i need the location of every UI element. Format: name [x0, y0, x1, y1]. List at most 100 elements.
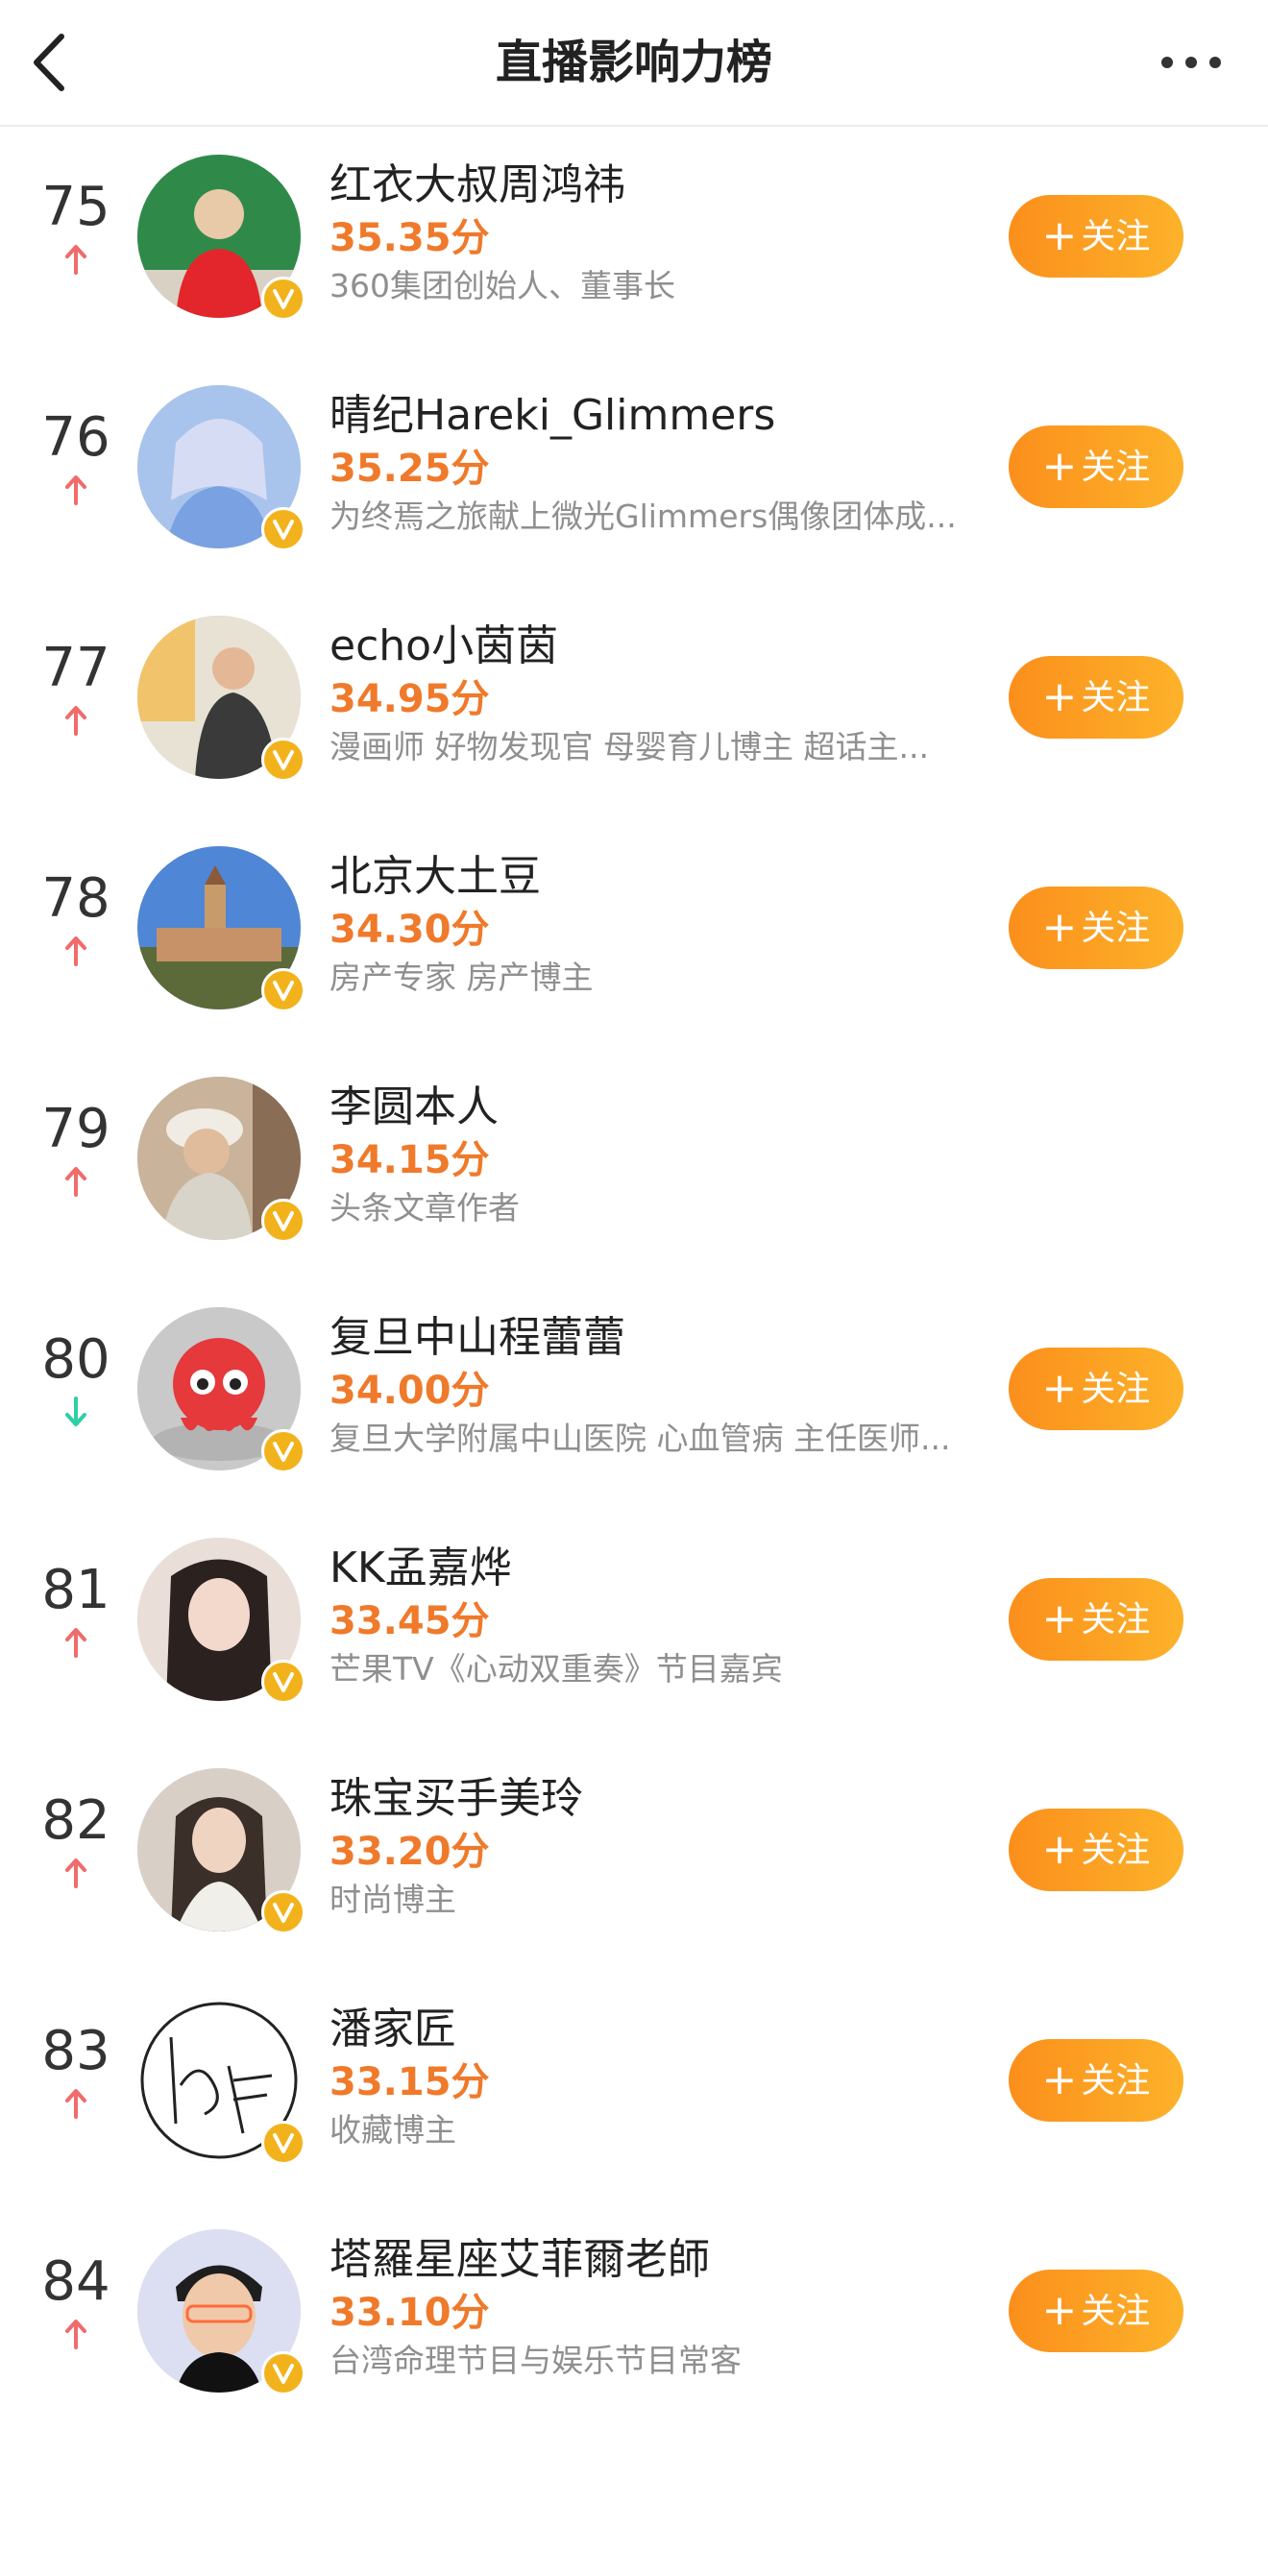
list-item[interactable]: 77 echo小茵茵 34.95分 漫画师 好物发现官 母婴育儿博主 超话主... + 关…	[0, 598, 1268, 829]
trend-up-icon	[61, 704, 90, 737]
follow-label: 关注	[1081, 2061, 1151, 2101]
list-item[interactable]: 81 KK孟嘉烨 33.45分芒果TV《心动双重奏》节目嘉宾 + 关注	[0, 1520, 1268, 1751]
user-name[interactable]: 李圆本人	[329, 1081, 499, 1134]
follow-button[interactable]: + 关注	[1009, 887, 1183, 969]
user-description: 复旦大学附属中山医院 心血管病 主任医师...	[329, 1420, 951, 1457]
trend-up-icon	[61, 2087, 90, 2120]
verified-badge-icon	[261, 738, 305, 782]
user-description: 头条文章作者	[329, 1189, 520, 1227]
follow-button[interactable]: + 关注	[1009, 195, 1183, 278]
influence-score: 35.25分	[329, 447, 490, 491]
user-description: 芒果TV《心动双重奏》节目嘉宾	[329, 1650, 783, 1688]
verified-badge-icon	[261, 1429, 305, 1473]
list-item[interactable]: 80 复旦中山程蕾蕾 34.00分复旦大学附属中山医院 心血管病 主任医师... + 关…	[0, 1290, 1268, 1520]
follow-label: 关注	[1081, 909, 1151, 948]
follow-label: 关注	[1081, 1370, 1151, 1409]
influence-score: 35.35分	[329, 216, 490, 260]
list-item[interactable]: 82 珠宝买手美玲 33.20分时尚博主 + 关注	[0, 1751, 1268, 1981]
follow-label: 关注	[1081, 217, 1151, 256]
rank-number: 81	[41, 1559, 110, 1621]
influence-score: 33.45分	[329, 1599, 490, 1643]
user-description: 收藏博主	[329, 2111, 456, 2149]
rank-number: 80	[41, 1328, 110, 1391]
user-description: 房产专家 房产博主	[329, 959, 594, 996]
plus-icon: +	[1041, 2286, 1078, 2335]
verified-badge-icon	[261, 277, 305, 321]
plus-icon: +	[1041, 2055, 1078, 2104]
more-button[interactable]	[1158, 46, 1225, 79]
verified-badge-icon	[261, 1660, 305, 1704]
follow-label: 关注	[1081, 1600, 1151, 1640]
plus-icon: +	[1041, 1825, 1078, 1874]
rank-number: 82	[41, 1789, 110, 1852]
trend-up-icon	[61, 1165, 90, 1198]
rank-number: 76	[41, 406, 110, 469]
plus-icon: +	[1041, 211, 1078, 260]
list-item[interactable]: 78 北京大土豆 34.30分房产专家 房产博主 + 关注	[0, 829, 1268, 1059]
influence-score: 34.95分	[329, 677, 490, 721]
user-name[interactable]: 珠宝买手美玲	[329, 1772, 583, 1826]
list-item[interactable]: 84 塔羅星座艾菲爾老師 33.10分台湾命理节目与娱乐节目常客 + 关注	[0, 2212, 1268, 2442]
rank-number: 78	[41, 867, 110, 930]
nav-bar: 直播影响力榜	[0, 0, 1268, 127]
influence-score: 34.00分	[329, 1369, 490, 1413]
follow-label: 关注	[1081, 2292, 1151, 2331]
verified-badge-icon	[261, 968, 305, 1012]
follow-label: 关注	[1081, 448, 1151, 487]
user-name[interactable]: 潘家匠	[329, 2003, 456, 2056]
rank-number: 75	[41, 176, 110, 238]
trend-down-icon	[61, 1396, 90, 1428]
influence-score: 34.15分	[329, 1138, 490, 1182]
trend-up-icon	[61, 1857, 90, 1889]
list-item[interactable]: 83 潘家匠 33.15分收藏博主 + 关注	[0, 1981, 1268, 2212]
rank-number: 83	[41, 2020, 110, 2082]
verified-badge-icon	[261, 2121, 305, 2165]
plus-icon: +	[1041, 672, 1078, 721]
list-item[interactable]: 76 晴纪Hareki_Glimmers 35.25分为终焉之旅献上微光Glimme…	[0, 368, 1268, 598]
user-name[interactable]: KK孟嘉烨	[329, 1542, 512, 1595]
trend-up-icon	[61, 1626, 90, 1659]
user-description: 台湾命理节目与娱乐节目常客	[329, 2342, 742, 2379]
rank-number: 79	[41, 1098, 110, 1160]
user-name[interactable]: 晴纪Hareki_Glimmers	[329, 389, 775, 443]
user-description: 360集团创始人、董事长	[329, 267, 675, 304]
follow-button[interactable]: + 关注	[1009, 425, 1183, 508]
follow-button[interactable]: + 关注	[1009, 656, 1183, 739]
follow-button[interactable]: + 关注	[1009, 1348, 1183, 1430]
list-item[interactable]: 79 李圆本人 34.15分头条文章作者	[0, 1059, 1268, 1290]
verified-badge-icon	[261, 1199, 305, 1243]
influence-score: 34.30分	[329, 908, 490, 952]
user-name[interactable]: echo小茵茵	[329, 620, 558, 673]
influence-score: 33.10分	[329, 2291, 490, 2335]
plus-icon: +	[1041, 442, 1078, 491]
plus-icon: +	[1041, 1364, 1078, 1413]
influence-score: 33.15分	[329, 2060, 490, 2104]
follow-button[interactable]: + 关注	[1009, 1809, 1183, 1891]
user-name[interactable]: 复旦中山程蕾蕾	[329, 1311, 625, 1365]
verified-badge-icon	[261, 507, 305, 551]
plus-icon: +	[1041, 1594, 1078, 1643]
user-name[interactable]: 北京大土豆	[329, 850, 541, 904]
influence-score: 33.20分	[329, 1830, 490, 1874]
plus-icon: +	[1041, 903, 1078, 952]
user-name[interactable]: 红衣大叔周鸿祎	[329, 158, 625, 212]
follow-label: 关注	[1081, 678, 1151, 717]
verified-badge-icon	[261, 1890, 305, 1934]
follow-label: 关注	[1081, 1831, 1151, 1870]
follow-button[interactable]: + 关注	[1009, 2039, 1183, 2122]
follow-button[interactable]: + 关注	[1009, 2270, 1183, 2352]
list-item[interactable]: 75 红衣大叔周鸿祎 35.35分 360集团创始人、董事长 + 关注	[0, 137, 1268, 368]
user-description: 时尚博主	[329, 1881, 456, 1918]
trend-up-icon	[61, 935, 90, 967]
verified-badge-icon	[261, 2351, 305, 2395]
user-description: 为终焉之旅献上微光Glimmers偶像团体成...	[329, 498, 957, 535]
more-horizontal-icon	[1161, 57, 1221, 68]
follow-button[interactable]: + 关注	[1009, 1578, 1183, 1661]
user-description: 漫画师 好物发现官 母婴育儿博主 超话主...	[329, 728, 929, 766]
trend-up-icon	[61, 243, 90, 276]
trend-up-icon	[61, 474, 90, 506]
page-title: 直播影响力榜	[495, 36, 772, 89]
rank-number: 84	[41, 2250, 110, 2313]
user-name[interactable]: 塔羅星座艾菲爾老師	[329, 2233, 710, 2287]
trend-up-icon	[61, 2318, 90, 2350]
